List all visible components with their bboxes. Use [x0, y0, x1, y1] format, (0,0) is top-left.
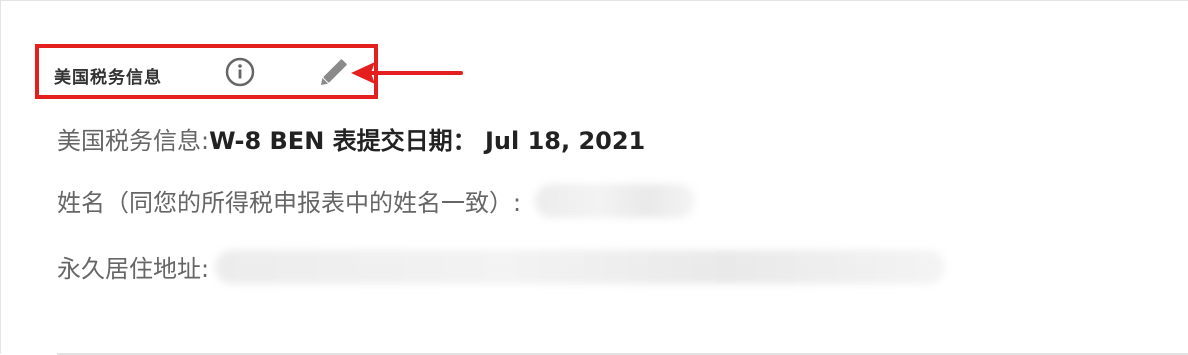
redacted-address: [215, 249, 946, 284]
info-icon[interactable]: [225, 57, 255, 87]
tax-info-row: 美国税务信息: W-8 BEN 表提交日期： Jul 18, 2021: [57, 121, 645, 156]
pencil-icon[interactable]: [315, 55, 351, 91]
tax-info-card: 美国税务信息 美国税务信息: W-8 BEN 表提交日期： Jul 18, 20…: [0, 0, 1188, 355]
w8ben-submission-value: W-8 BEN 表提交日期： Jul 18, 2021: [209, 127, 646, 155]
name-row: 姓名（同您的所得税申报表中的姓名一致）:: [57, 183, 696, 218]
name-label: 姓名（同您的所得税申报表中的姓名一致）:: [57, 189, 522, 217]
section-title: 美国税务信息: [54, 68, 162, 88]
redacted-name: [535, 183, 696, 218]
section-header: 美国税务信息: [41, 45, 376, 99]
address-label: 永久居住地址:: [57, 255, 210, 283]
address-row: 永久居住地址:: [57, 249, 946, 284]
tax-info-label: 美国税务信息:: [57, 127, 210, 155]
